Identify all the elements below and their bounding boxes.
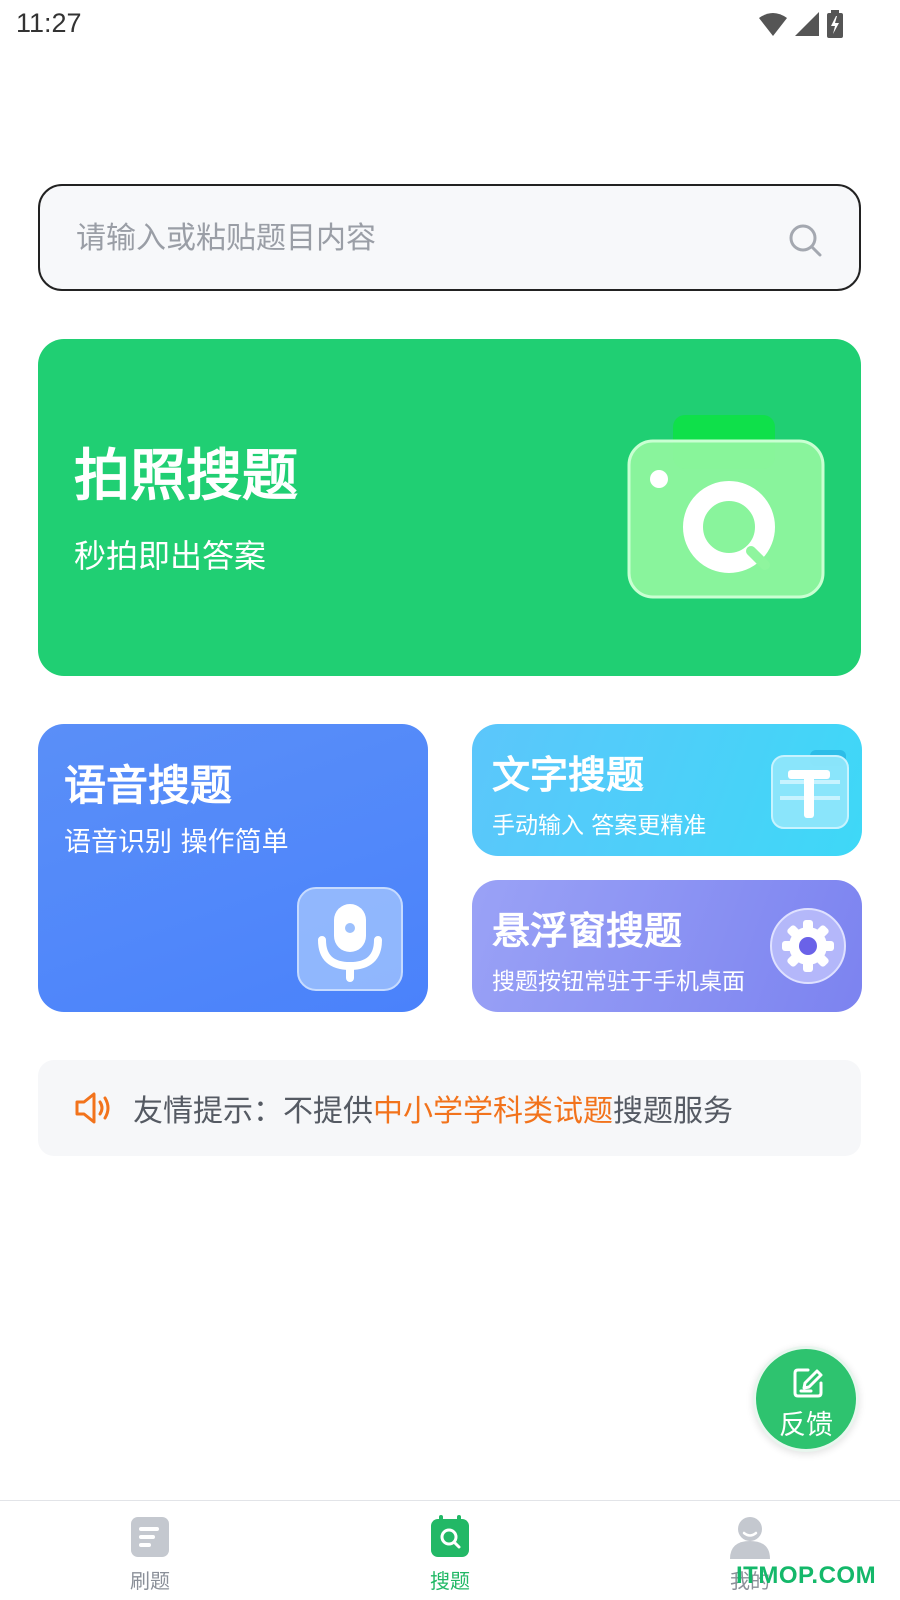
- status-bar: 11:27: [0, 0, 900, 50]
- text-document-icon: [771, 750, 849, 829]
- search-input[interactable]: [76, 206, 756, 270]
- text-search-subtitle: 手动输入 答案更精准: [492, 813, 707, 839]
- wifi-icon: [759, 13, 787, 36]
- float-window-title: 悬浮窗搜题: [492, 909, 683, 953]
- nav-label-practice: 刷题: [130, 1569, 170, 1593]
- notice-highlight: 中小学学科类试题: [373, 1094, 613, 1129]
- nav-item-practice[interactable]: 刷题: [70, 1501, 230, 1600]
- status-icons: [758, 10, 844, 38]
- gear-icon: [770, 908, 846, 984]
- search-calendar-icon: [431, 1515, 469, 1557]
- feedback-label: 反馈: [779, 1410, 833, 1441]
- photo-search-subtitle: 秒拍即出答案: [74, 537, 267, 575]
- notice-prefix: 友情提示：不提供: [133, 1094, 373, 1129]
- search-box[interactable]: [38, 184, 861, 291]
- status-time: 11:27: [16, 8, 82, 38]
- photo-search-title: 拍照搜题: [74, 444, 298, 509]
- user-icon: [730, 1517, 770, 1559]
- notice-text: 友情提示：不提供中小学学科类试题搜题服务: [133, 1086, 733, 1130]
- photo-search-card[interactable]: 拍照搜题 秒拍即出答案: [38, 339, 861, 676]
- feedback-button[interactable]: 反馈: [753, 1346, 859, 1452]
- nav-item-search[interactable]: 搜题: [370, 1501, 530, 1600]
- notice-banner: 友情提示：不提供中小学学科类试题搜题服务: [38, 1060, 861, 1156]
- text-search-title: 文字搜题: [492, 753, 645, 797]
- float-window-subtitle: 搜题按钮常驻于手机桌面: [492, 969, 745, 995]
- watermark: ITMOP.COM: [736, 1562, 877, 1589]
- float-window-search-card[interactable]: 悬浮窗搜题 搜题按钮常驻于手机桌面: [472, 880, 862, 1012]
- voice-search-title: 语音搜题: [64, 761, 233, 810]
- voice-search-card[interactable]: 语音搜题 语音识别 操作简单: [38, 724, 428, 1012]
- search-icon[interactable]: [787, 222, 823, 258]
- signal-icon: [795, 12, 819, 36]
- edit-icon: [793, 1368, 823, 1398]
- camera-icon: [627, 415, 825, 599]
- microphone-icon: [297, 887, 403, 991]
- battery-icon: [827, 10, 843, 38]
- text-search-card[interactable]: 文字搜题 手动输入 答案更精准: [472, 724, 862, 856]
- speaker-icon: [75, 1092, 110, 1124]
- notice-suffix: 搜题服务: [613, 1094, 733, 1129]
- document-icon: [131, 1517, 169, 1557]
- voice-search-subtitle: 语音识别 操作简单: [64, 827, 289, 858]
- nav-label-search: 搜题: [430, 1569, 470, 1593]
